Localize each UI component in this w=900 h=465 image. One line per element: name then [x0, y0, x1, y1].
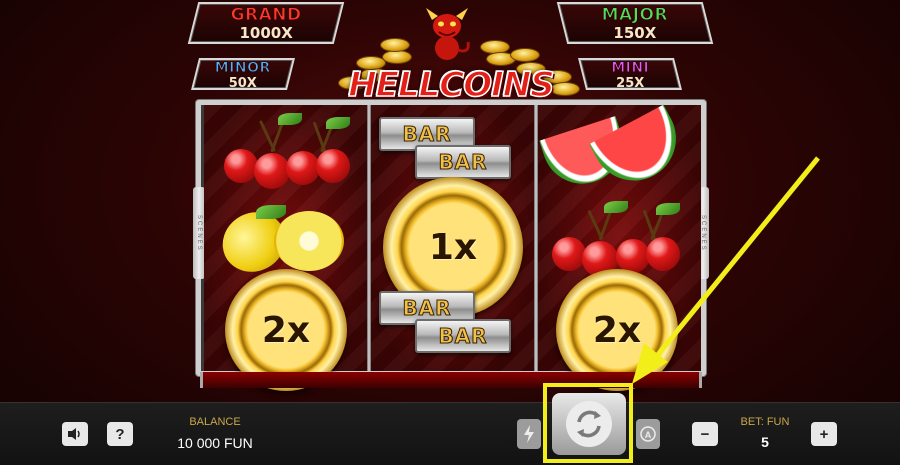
lemons-symbol [211, 200, 354, 284]
control-bar: ? BALANCE 10 000 FUN A BET: FUN 5 − + [0, 402, 900, 465]
speaker-icon [68, 428, 80, 440]
svg-text:A: A [645, 430, 652, 440]
devil-mascot-icon [426, 8, 470, 60]
coin-value: 2x [592, 309, 642, 351]
sound-button[interactable] [62, 422, 88, 446]
balance-label: BALANCE [189, 416, 241, 428]
bet-decrease-button[interactable]: − [692, 422, 718, 446]
coin-value: 1x [428, 226, 478, 268]
help-button[interactable]: ? [107, 422, 133, 446]
minor-jackpot-name: MINOR [214, 60, 271, 77]
mini-jackpot-multiplier: 25X [616, 76, 645, 91]
turbo-button[interactable] [517, 419, 541, 449]
bar-label: BAR [438, 324, 488, 349]
major-jackpot: MAJOR 150X [556, 2, 714, 44]
bar-label: BAR [402, 296, 452, 321]
autoplay-icon: A [640, 426, 656, 442]
bet-increase-button[interactable]: + [811, 422, 837, 446]
reel-2: BAR BAR 1x BAR BAR [371, 105, 534, 371]
reel-1: 2x [204, 105, 367, 391]
bar-label: BAR [438, 150, 488, 175]
bar-symbol: BAR [415, 145, 511, 179]
coin-value: 2x [261, 309, 311, 351]
major-jackpot-multiplier: 150X [613, 24, 657, 42]
reel-frame: SCENES SCENES 2x BAR BAR 1x BAR BAR 2x [193, 100, 709, 391]
bar-label: BAR [402, 122, 452, 147]
mini-jackpot-name: MINI [611, 60, 650, 77]
annotation-highlight-box [543, 383, 633, 463]
mini-jackpot: MINI 25X [578, 58, 682, 91]
watermelon-symbol [539, 104, 691, 196]
balance-value: 10 000 FUN [177, 435, 253, 451]
bet-value: 5 [761, 434, 769, 450]
bar-symbol: BAR [415, 319, 511, 353]
grand-jackpot-multiplier: 1000X [239, 24, 293, 42]
reel-3: 2x [538, 104, 701, 391]
minor-jackpot-multiplier: 50X [228, 76, 257, 91]
minor-jackpot: MINOR 50X [191, 58, 295, 91]
grand-jackpot-name: GRAND [230, 5, 302, 26]
cherries-symbol [220, 111, 352, 191]
bet-label: BET: FUN [740, 416, 790, 428]
major-jackpot-name: MAJOR [601, 5, 669, 26]
autoplay-button[interactable]: A [636, 419, 660, 449]
lightning-icon [524, 425, 534, 443]
